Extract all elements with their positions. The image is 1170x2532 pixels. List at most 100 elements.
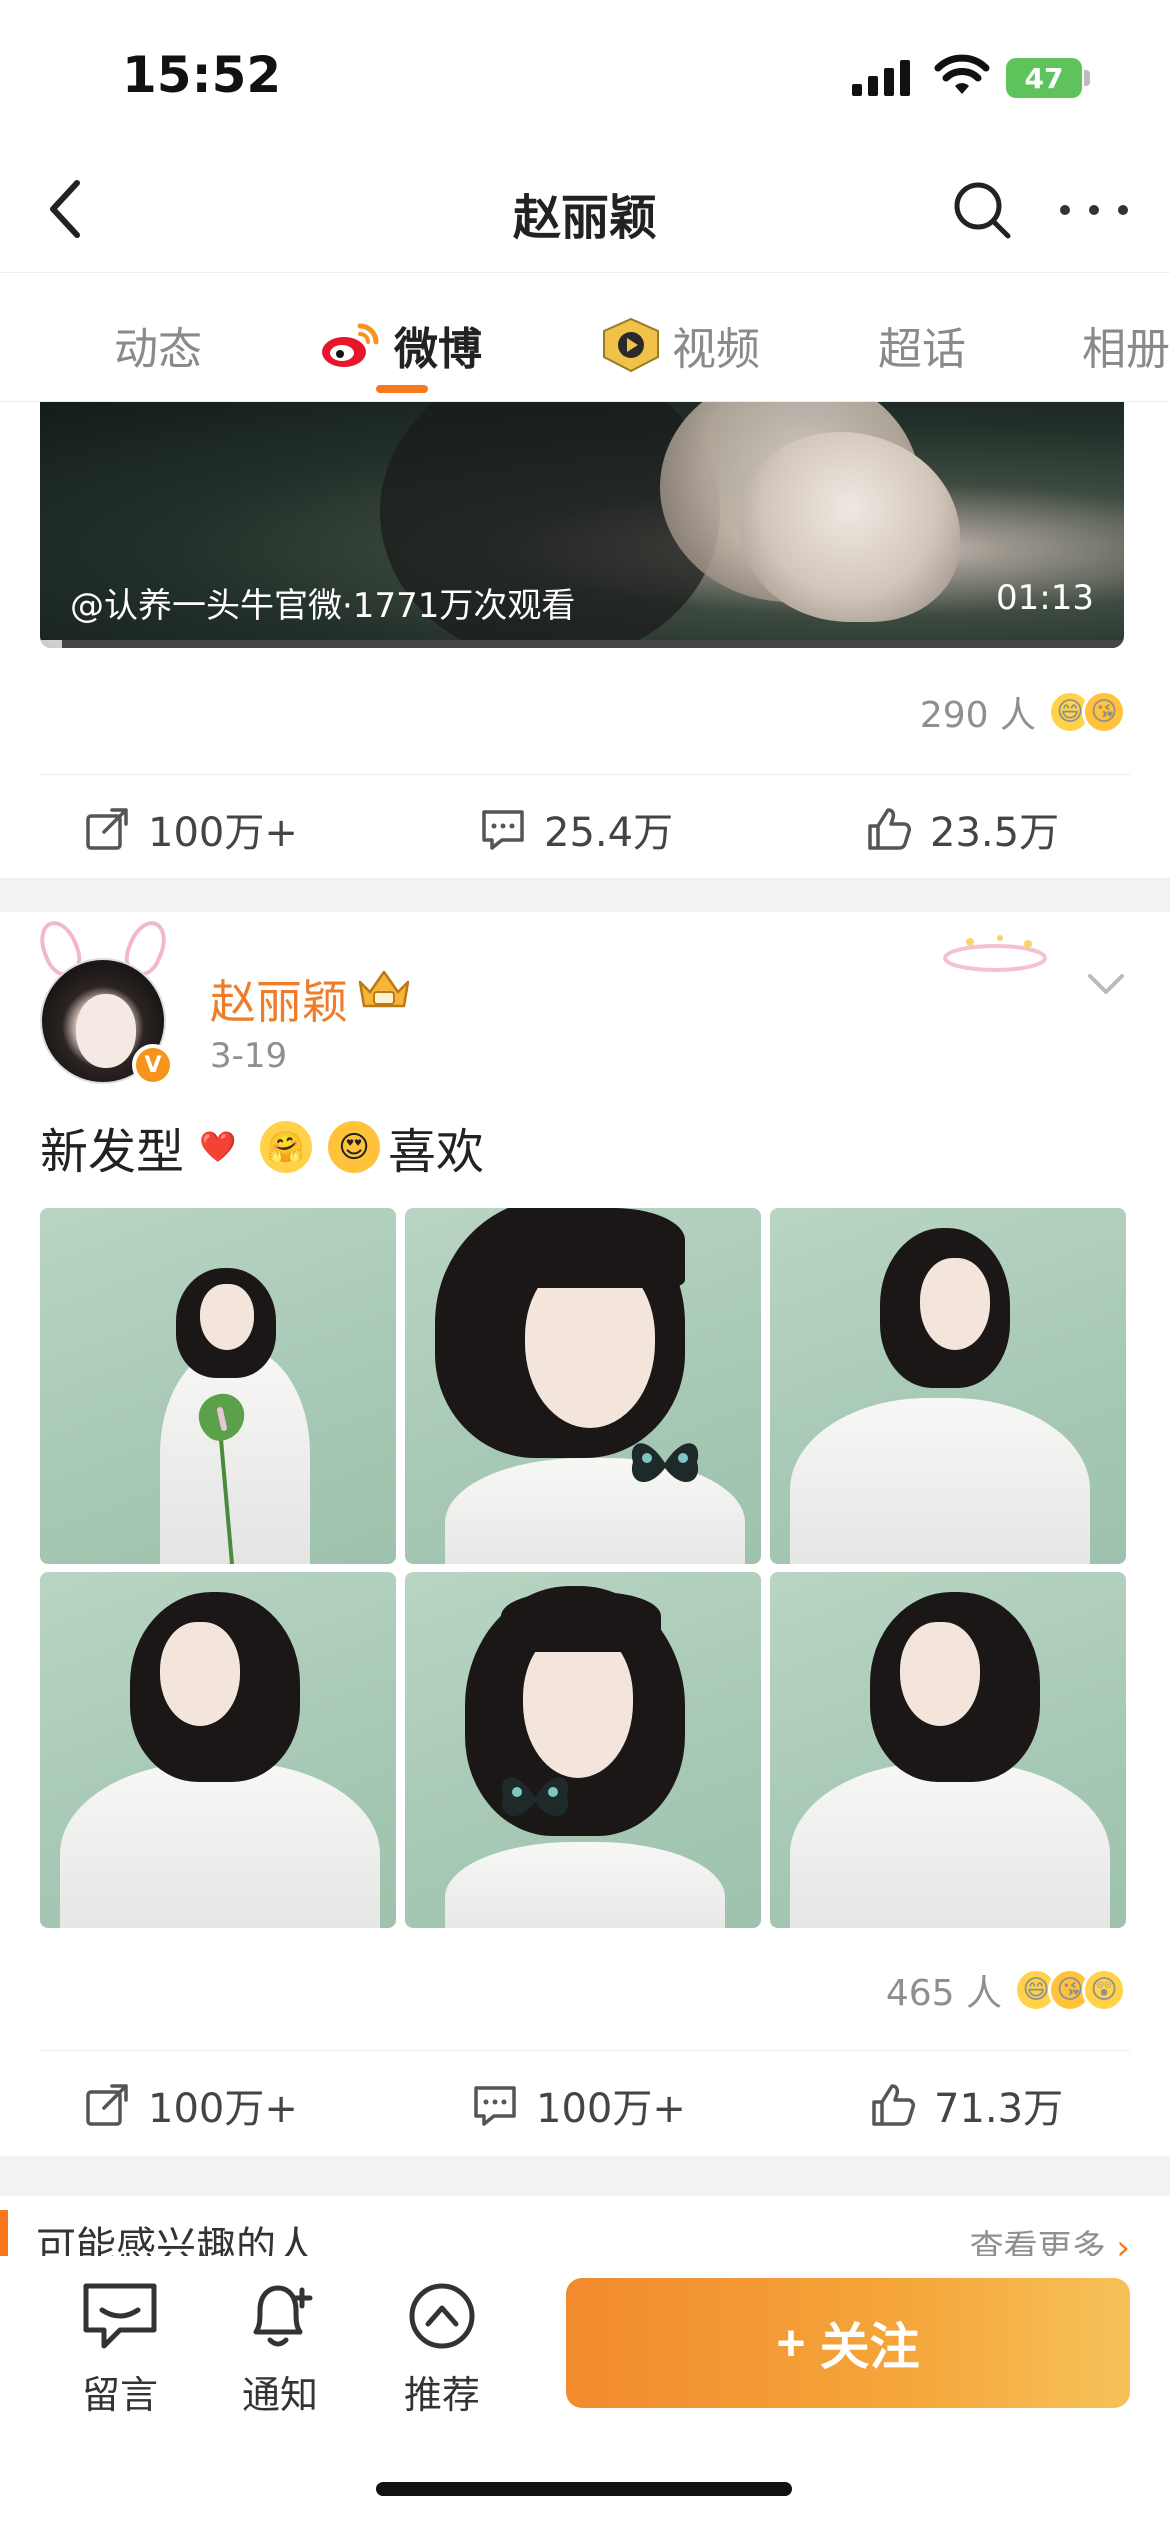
more-button[interactable] bbox=[1060, 190, 1128, 230]
comment-icon bbox=[474, 2086, 516, 2126]
bell-plus-icon bbox=[253, 2285, 313, 2347]
battery-level: 47 bbox=[1024, 61, 1064, 95]
notify-label: 通知 bbox=[241, 2373, 318, 2417]
thumbs-up-icon bbox=[868, 808, 911, 850]
author-avatar[interactable]: V bbox=[32, 915, 174, 1090]
active-tab-indicator bbox=[376, 385, 428, 393]
comment-count: 100万+ bbox=[536, 2086, 686, 2132]
repost-button[interactable]: 100万+ bbox=[84, 2076, 298, 2134]
dot bbox=[1060, 205, 1070, 215]
notify-button[interactable]: 通知 bbox=[220, 2280, 340, 2419]
tab-label: 动态 bbox=[114, 324, 202, 375]
like-button[interactable]: 23.5万 bbox=[866, 800, 1059, 858]
crown-badge-icon bbox=[358, 970, 410, 1008]
status-time: 15:52 bbox=[122, 46, 282, 104]
comment-count: 25.4万 bbox=[544, 810, 674, 856]
thumbs-up-icon bbox=[872, 2084, 915, 2126]
comment-button[interactable]: 25.4万 bbox=[480, 800, 673, 858]
tab-album[interactable]: 相册 bbox=[1082, 313, 1170, 377]
nav-bar: 赵丽颖 bbox=[0, 150, 1170, 272]
home-indicator bbox=[376, 2482, 792, 2496]
divider bbox=[40, 2050, 1130, 2051]
divider bbox=[40, 774, 1130, 775]
photo-thumbnail[interactable] bbox=[405, 1572, 761, 1928]
author-name[interactable]: 赵丽颖 bbox=[210, 966, 348, 1032]
video-duration: 01:13 bbox=[996, 578, 1094, 618]
dot bbox=[1089, 205, 1099, 215]
tab-video[interactable]: 视频 bbox=[600, 313, 760, 377]
follow-label: 关注 bbox=[819, 2319, 920, 2375]
photo-thumbnail[interactable] bbox=[40, 1208, 396, 1564]
reaction-summary[interactable]: 465 人 😄 😘 😲 bbox=[886, 1964, 1126, 2016]
photo-figure-body bbox=[790, 1398, 1090, 1564]
post-separator bbox=[0, 878, 1170, 912]
photo-thumbnail[interactable] bbox=[770, 1572, 1126, 1928]
photo-grid bbox=[40, 1208, 1126, 1928]
anthurium-flower-icon bbox=[198, 1393, 245, 1564]
heart-eyes-emoji-icon: 😍 bbox=[328, 1121, 381, 1173]
chat-bubble-icon bbox=[83, 2283, 157, 2349]
photo-figure-body bbox=[445, 1842, 725, 1928]
chevron-down-icon[interactable] bbox=[1082, 964, 1130, 1004]
recommend-header: 可能感兴趣的人 查看更多 › bbox=[0, 2196, 1170, 2256]
tab-super-topic[interactable]: 超话 bbox=[878, 313, 966, 377]
recommend-label: 推荐 bbox=[403, 2373, 480, 2417]
repost-button[interactable]: 100万+ bbox=[84, 800, 298, 858]
tab-dynamics[interactable]: 动态 bbox=[114, 313, 202, 377]
photo-thumbnail[interactable] bbox=[40, 1572, 396, 1928]
photo-thumbnail[interactable] bbox=[770, 1208, 1126, 1564]
weibo-logo-icon bbox=[322, 323, 379, 367]
reaction-summary[interactable]: 290 人 😄 😘 bbox=[920, 686, 1126, 738]
kiss-emoji-icon: 😘 bbox=[1082, 690, 1126, 734]
share-icon bbox=[86, 2084, 128, 2126]
see-more-label: 查看更多 bbox=[969, 2228, 1106, 2256]
search-icon[interactable] bbox=[948, 176, 1016, 244]
sparkle-decoration-icon bbox=[943, 935, 1047, 972]
message-button[interactable]: 留言 bbox=[60, 2280, 180, 2419]
follow-button[interactable]: + 关注 bbox=[566, 2278, 1130, 2408]
photo-figure-bangs bbox=[501, 1592, 661, 1652]
photo-thumbnail[interactable] bbox=[405, 1208, 761, 1564]
video-progress-bar bbox=[40, 640, 1124, 648]
comment-icon bbox=[482, 810, 524, 850]
photo-figure-face bbox=[900, 1622, 980, 1726]
see-more-link[interactable]: 查看更多 › bbox=[970, 2220, 1130, 2256]
video-thumbnail[interactable]: @认养一头牛官微·1771万次观看 01:13 bbox=[40, 402, 1124, 648]
recommend-button[interactable]: 推荐 bbox=[382, 2280, 502, 2419]
heart-emoji-icon: ❤️ bbox=[199, 1129, 237, 1165]
surprised-emoji-icon: 😲 bbox=[1082, 1968, 1126, 2012]
photo-figure-body bbox=[790, 1762, 1110, 1928]
share-icon bbox=[86, 808, 128, 850]
post-text-start: 新发型 bbox=[40, 1124, 185, 1180]
hug-emoji-icon: 🤗 bbox=[260, 1121, 313, 1173]
repost-count: 100万+ bbox=[148, 810, 298, 856]
reaction-count: 290 人 bbox=[919, 695, 1036, 736]
tab-weibo[interactable]: 微博 bbox=[320, 313, 482, 377]
video-figure-hands bbox=[740, 432, 960, 622]
back-button[interactable] bbox=[30, 174, 100, 244]
photo-figure-face bbox=[920, 1258, 990, 1350]
tab-label: 微博 bbox=[394, 324, 482, 375]
butterfly-icon bbox=[631, 1443, 699, 1483]
recommend-title: 可能感兴趣的人 bbox=[36, 2224, 316, 2256]
photo-figure-face bbox=[200, 1284, 254, 1350]
post-text: 新发型 ❤️ 🤗 😍 喜欢 bbox=[40, 1112, 484, 1182]
comment-button[interactable]: 100万+ bbox=[472, 2076, 686, 2134]
repost-count: 100万+ bbox=[148, 2086, 298, 2132]
battery-indicator: 47 bbox=[1006, 58, 1082, 98]
dot bbox=[1118, 205, 1128, 215]
post-date: 3-19 bbox=[210, 1036, 288, 1076]
post-actions: 100万+ 100万+ 71.3万 bbox=[0, 2052, 1170, 2152]
reaction-count: 465 人 bbox=[885, 1973, 1002, 2014]
like-button[interactable]: 71.3万 bbox=[870, 2076, 1063, 2134]
message-label: 留言 bbox=[81, 2373, 158, 2417]
chevron-left-icon bbox=[50, 180, 80, 238]
video-caption: @认养一头牛官微·1771万次观看 bbox=[70, 586, 576, 626]
battery-nub bbox=[1084, 70, 1090, 86]
chevron-right-icon: › bbox=[1116, 2228, 1130, 2256]
plus-icon: + bbox=[776, 2315, 806, 2371]
like-count: 71.3万 bbox=[934, 2086, 1064, 2132]
post-text-end: 喜欢 bbox=[388, 1124, 485, 1180]
like-count: 23.5万 bbox=[930, 810, 1060, 856]
tab-label: 相册 bbox=[1082, 324, 1170, 375]
